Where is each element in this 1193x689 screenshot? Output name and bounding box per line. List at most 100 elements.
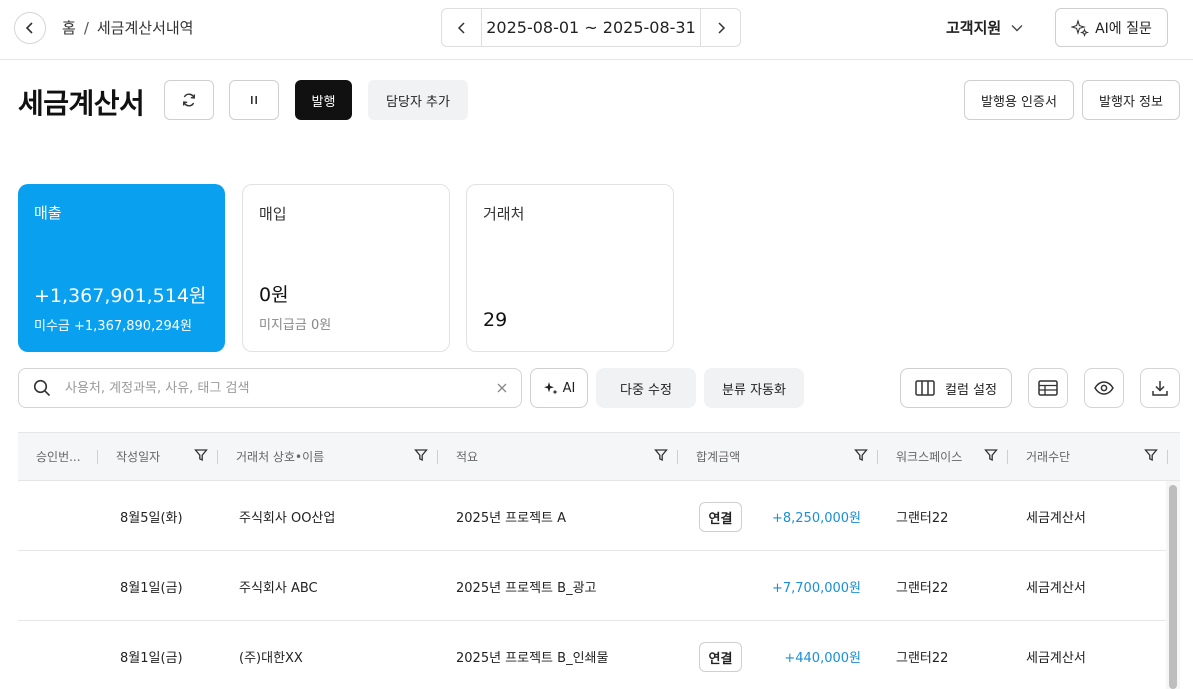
breadcrumb-home[interactable]: 홈	[62, 17, 76, 38]
issuer-info-button[interactable]: 발행자 정보	[1082, 80, 1180, 120]
eye-icon	[1094, 381, 1114, 395]
column-divider[interactable]	[877, 450, 878, 464]
method-cell: 세금계산서	[1026, 580, 1086, 596]
search-input[interactable]	[65, 380, 497, 396]
sales-card[interactable]: 매출 +1,367,901,514원 미수금 +1,367,890,294원	[18, 184, 225, 352]
column-header-amount[interactable]: 합계금액	[696, 433, 878, 480]
amount-cell: +8,250,000원	[771, 510, 861, 526]
date-range-text[interactable]: 2025-08-01 ~ 2025-08-31	[482, 18, 700, 37]
approval-cell	[36, 481, 96, 551]
column-divider[interactable]	[1167, 450, 1168, 464]
chevron-left-icon	[457, 21, 465, 34]
ai-ask-button[interactable]: AI에 질문	[1055, 8, 1168, 47]
page-title: 세금계산서	[18, 87, 145, 120]
column-header-amount-label: 합계금액	[696, 450, 741, 464]
date-cell: 8월1일(금)	[120, 580, 183, 596]
sales-amount: +1,367,901,514원	[34, 285, 207, 307]
ai-ask-label: AI에 질문	[1095, 20, 1152, 37]
visibility-button[interactable]	[1084, 368, 1124, 408]
pause-icon	[251, 96, 257, 104]
chevron-right-icon	[717, 21, 725, 34]
column-header-memo-label: 적요	[456, 450, 479, 464]
table-row[interactable]: 8월1일(금) (주)대한XX 2025년 프로젝트 B_인쇄물 연결 +440…	[18, 621, 1166, 689]
pause-button[interactable]	[229, 80, 279, 120]
download-button[interactable]	[1140, 368, 1180, 408]
partner-cell: 주식회사 ABC	[239, 580, 318, 596]
link-badge[interactable]: 연결	[699, 502, 742, 532]
purchase-payable: 미지급금 0원	[259, 318, 332, 333]
column-header-partner[interactable]: 거래처 상호•이름	[236, 433, 438, 480]
sales-card-title: 매출	[34, 204, 62, 222]
partner-cell: 주식회사 OO산업	[239, 510, 336, 526]
column-header-partner-label: 거래처 상호•이름	[236, 450, 325, 464]
next-period-button[interactable]	[700, 9, 740, 46]
refresh-icon	[182, 93, 196, 107]
amount-cell: +440,000원	[784, 650, 861, 666]
link-badge[interactable]: 연결	[699, 642, 742, 672]
purchase-amount: 0원	[259, 284, 289, 306]
bulk-edit-button[interactable]: 다중 수정	[596, 368, 696, 408]
filter-icon[interactable]	[984, 448, 998, 462]
workspace-cell: 그랜터22	[896, 580, 949, 596]
sparkle-icon	[543, 382, 558, 395]
purchase-card-title: 매입	[259, 205, 287, 223]
column-divider[interactable]	[217, 450, 218, 464]
purchase-card[interactable]: 매입 0원 미지급금 0원	[242, 184, 450, 352]
refresh-button[interactable]	[164, 80, 214, 120]
search-box	[18, 368, 522, 408]
add-manager-button[interactable]: 담당자 추가	[368, 80, 468, 120]
filter-icon[interactable]	[854, 448, 868, 462]
column-divider[interactable]	[437, 450, 438, 464]
table-view-button[interactable]	[1028, 368, 1068, 408]
column-header-date[interactable]: 작성일자	[116, 433, 218, 480]
filter-icon[interactable]	[194, 448, 208, 462]
memo-cell: 2025년 프로젝트 B_광고	[456, 580, 597, 596]
table-header: 승인번... 작성일자 거래처 상호•이름 적요 합계금액 워크스페이스 거래수…	[18, 432, 1180, 481]
table-icon	[1038, 380, 1058, 396]
amount-cell: +7,700,000원	[771, 580, 861, 596]
chevron-down-icon	[1011, 24, 1023, 31]
table-row[interactable]: 8월5일(화) 주식회사 OO산업 2025년 프로젝트 A 연결 +8,250…	[18, 481, 1166, 551]
back-button[interactable]	[14, 12, 46, 44]
column-settings-label: 컬럼 설정	[945, 382, 997, 398]
workspace-cell: 그랜터22	[896, 650, 949, 666]
column-divider[interactable]	[677, 450, 678, 464]
method-cell: 세금계산서	[1026, 510, 1086, 526]
table-scrollbar[interactable]	[1166, 481, 1180, 689]
date-range-picker: 2025-08-01 ~ 2025-08-31	[441, 8, 741, 47]
filter-icon[interactable]	[654, 448, 668, 462]
cert-button[interactable]: 발행용 인증서	[964, 80, 1074, 120]
column-settings-button[interactable]: 컬럼 설정	[900, 368, 1012, 408]
sparkle-icon	[1071, 18, 1090, 37]
ai-filter-button[interactable]: AI	[530, 368, 588, 408]
column-header-method-label: 거래수단	[1026, 450, 1071, 464]
filter-icon[interactable]	[414, 448, 428, 462]
approval-cell	[36, 551, 96, 621]
column-header-approval[interactable]: 승인번...	[36, 433, 98, 480]
date-cell: 8월5일(화)	[120, 510, 183, 526]
support-menu[interactable]: 고객지원	[946, 17, 1023, 38]
column-divider[interactable]	[97, 450, 98, 464]
download-icon	[1152, 381, 1168, 396]
breadcrumb-separator: /	[83, 18, 89, 37]
date-cell: 8월1일(금)	[120, 650, 183, 666]
column-divider[interactable]	[1007, 450, 1008, 464]
column-header-workspace-label: 워크스페이스	[896, 450, 963, 464]
method-cell: 세금계산서	[1026, 650, 1086, 666]
auto-classify-button[interactable]: 분류 자동화	[704, 368, 804, 408]
clear-icon[interactable]	[497, 383, 507, 393]
column-header-workspace[interactable]: 워크스페이스	[896, 433, 1008, 480]
breadcrumb-current: 세금계산서내역	[96, 19, 194, 37]
filter-icon[interactable]	[1144, 448, 1158, 462]
scrollbar-thumb[interactable]	[1169, 485, 1177, 689]
prev-period-button[interactable]	[442, 9, 482, 46]
partners-card[interactable]: 거래처 29	[466, 184, 674, 352]
partners-count: 29	[483, 309, 508, 331]
issue-button[interactable]: 발행	[295, 80, 352, 120]
chevron-left-icon	[25, 22, 33, 34]
column-header-method[interactable]: 거래수단	[1026, 433, 1168, 480]
workspace-cell: 그랜터22	[896, 510, 949, 526]
table-row[interactable]: 8월1일(금) 주식회사 ABC 2025년 프로젝트 B_광고 +7,700,…	[18, 551, 1166, 621]
search-icon	[33, 379, 51, 397]
column-header-memo[interactable]: 적요	[456, 433, 678, 480]
